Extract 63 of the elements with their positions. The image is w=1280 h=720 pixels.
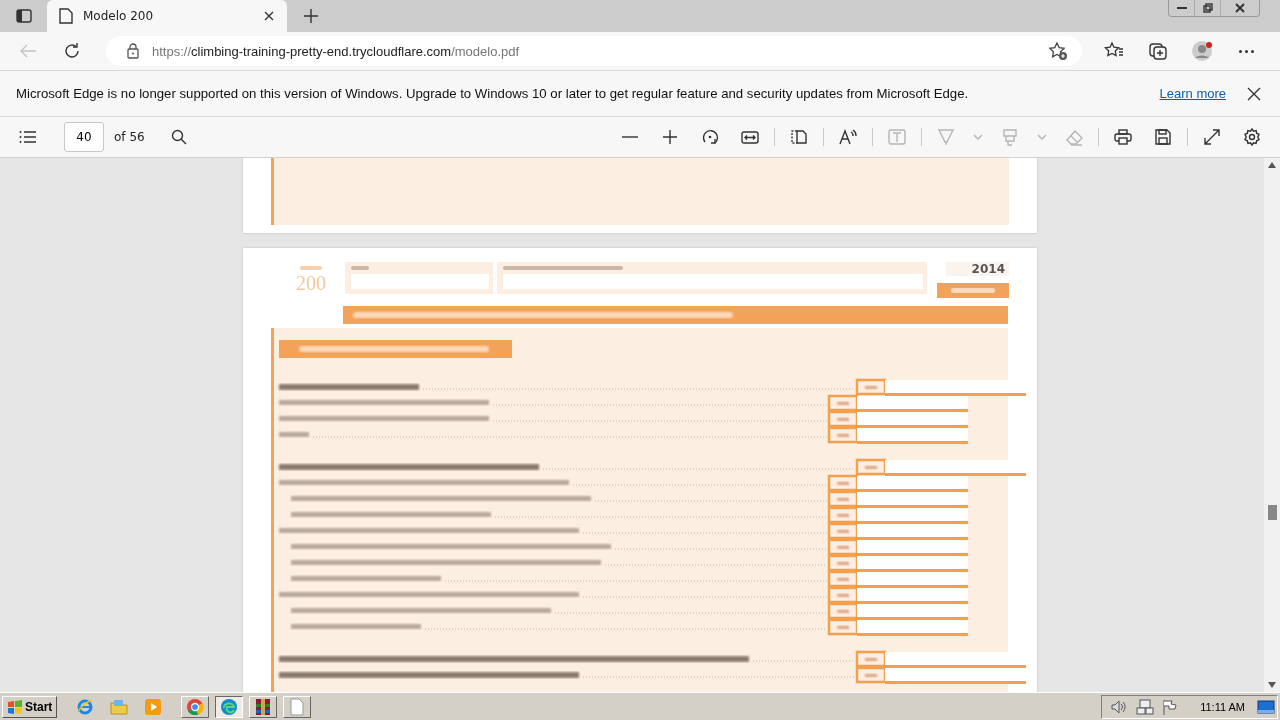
close-icon: [1233, 2, 1247, 14]
search-icon: [170, 129, 187, 145]
list-icon: [19, 130, 37, 144]
plus-icon: [303, 8, 319, 24]
read-aloud-icon: [839, 128, 857, 146]
document-icon: [59, 8, 73, 24]
page-count: of 56: [114, 130, 145, 144]
expand-icon: [1203, 128, 1221, 146]
scrollbar-thumb[interactable]: [1267, 505, 1277, 520]
refresh-icon: [63, 42, 81, 60]
label-text-drawing: [351, 266, 369, 270]
restore-icon: [1200, 2, 1215, 14]
tab-title: Modelo 200: [83, 9, 155, 23]
pen-icon: [937, 128, 955, 146]
model-number: 200: [296, 273, 326, 293]
chevron-down-icon: [1037, 134, 1047, 140]
chrome-icon: [186, 697, 205, 716]
year-label: 2014: [945, 262, 1009, 276]
page-number-field[interactable]: 40: [64, 122, 104, 152]
windows-logo-icon: [7, 698, 23, 715]
printer-icon: [1114, 128, 1132, 146]
page-icon: [288, 697, 307, 716]
fit-width-icon: [741, 128, 759, 146]
play-icon: [144, 697, 163, 716]
pages-icon: [790, 128, 808, 146]
close-icon: [1247, 86, 1261, 101]
star-plus-icon: [1048, 41, 1068, 61]
scroll-up-icon: [1268, 162, 1276, 168]
browser-icon: [76, 697, 95, 716]
folder-icon: [110, 697, 129, 716]
edge-icon: [220, 697, 239, 716]
start-button[interactable]: Start: [2, 695, 58, 718]
collections-icon: [1148, 41, 1168, 61]
minus-icon: [622, 136, 638, 138]
clock: 11:11 AM: [1200, 700, 1245, 713]
flag-icon: [1162, 698, 1179, 715]
archive-icon: [254, 697, 273, 716]
back-arrow-icon: [19, 43, 37, 59]
taskbar-button[interactable]: [215, 695, 244, 718]
network-icon: [1136, 698, 1155, 715]
learn-more-link[interactable]: Learn more: [1159, 86, 1226, 101]
plus-icon: [661, 128, 679, 146]
page-tag-drawing: [937, 283, 1009, 298]
minimize-icon: [1176, 7, 1187, 9]
rotate-icon: [701, 128, 719, 146]
volume-icon: [1110, 698, 1129, 715]
close-icon: [264, 11, 274, 21]
text-box-icon: [888, 128, 906, 146]
more-icon: [1238, 49, 1254, 53]
window-icon: [16, 8, 32, 24]
highlighter-icon: [1001, 128, 1019, 146]
info-message: Microsoft Edge is no longer supported on this version of Windows. Upgrade to Windows 10 or later to get regular feature and security updates from Microsoft Edge.: [16, 86, 969, 101]
show-desktop-icon[interactable]: [1257, 698, 1275, 715]
avatar-icon: [1192, 41, 1212, 61]
label-text-drawing: [300, 266, 322, 270]
url-text: https://climbing-training-pretty-end.trycloudflare.com/modelo.pdf: [152, 43, 520, 59]
eraser-icon: [1065, 128, 1083, 146]
settings-icon: [1243, 128, 1261, 146]
lock-icon: [126, 43, 140, 59]
address-field[interactable]: https://climbing-training-pretty-end.trycloudflare.com/modelo.pdf: [106, 36, 1082, 66]
browser-tab[interactable]: Modelo 200: [47, 0, 287, 32]
chevron-down-icon: [973, 134, 983, 140]
scroll-down-icon: [1268, 682, 1276, 688]
